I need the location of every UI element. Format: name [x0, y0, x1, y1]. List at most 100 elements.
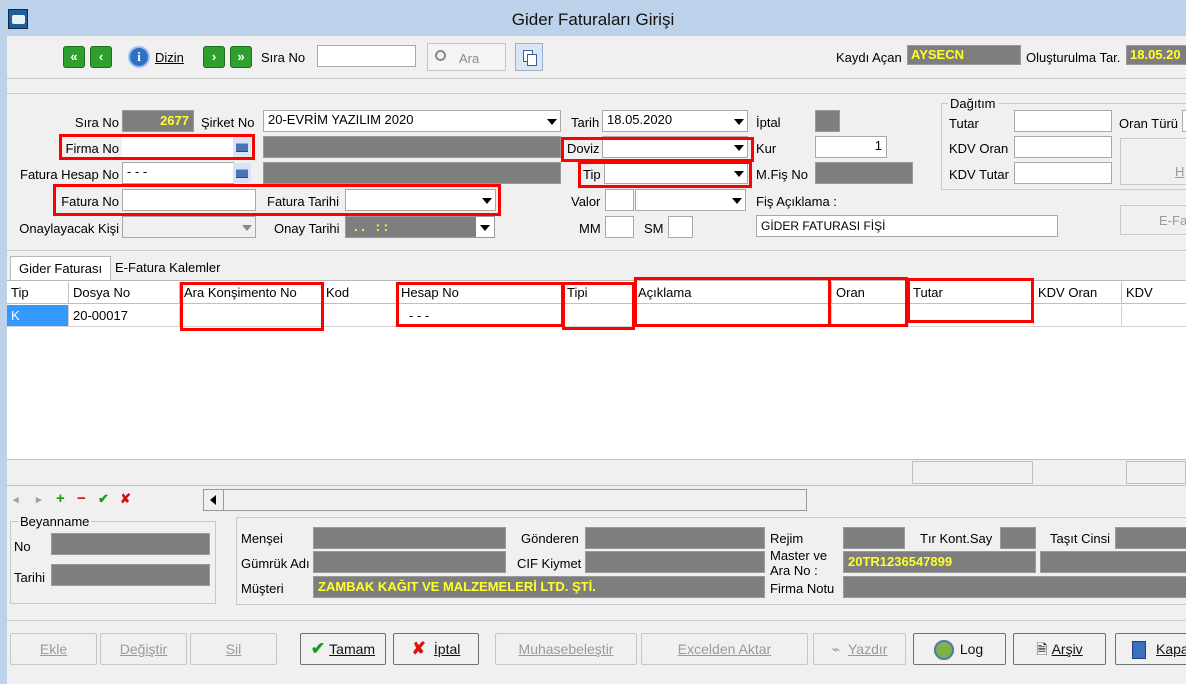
rejim-field	[843, 527, 905, 549]
cell-kod[interactable]	[322, 305, 397, 327]
nav-next-icon[interactable]: ▸	[36, 493, 42, 507]
fatura-no-input[interactable]	[122, 189, 256, 211]
dagitim-tutar-input[interactable]	[1014, 110, 1112, 132]
cell-ara-konsimento-no[interactable]	[180, 305, 322, 327]
sirket-no-label: Şirket No	[201, 115, 255, 130]
cancel-row-icon[interactable]: ✘	[120, 492, 131, 506]
firma-no-input[interactable]	[122, 136, 234, 158]
yazdir-button[interactable]: ⌁ Yazdır	[813, 633, 906, 665]
cell-kdv-oran[interactable]	[1034, 305, 1122, 327]
firma-notu-label: Firma Notu	[770, 581, 835, 596]
cell-tipi[interactable]	[563, 305, 634, 327]
doviz-select[interactable]	[602, 136, 748, 158]
log-button-label: Log	[959, 641, 984, 657]
column-header-tipi[interactable]: Tipi	[563, 282, 634, 304]
toolbar-sira-no-input[interactable]	[317, 45, 416, 67]
fis-aciklama-input[interactable]: GİDER FATURASI FİŞİ	[756, 215, 1058, 237]
column-header-aciklama[interactable]: Açıklama	[634, 282, 832, 304]
close-icon: ✘	[411, 639, 426, 658]
excelden-aktar-button[interactable]: Excelden Aktar	[641, 633, 808, 665]
oran-turu-select[interactable]	[1182, 110, 1186, 132]
iptal-button[interactable]: ✘ İptal	[393, 633, 479, 665]
tarih-select[interactable]: 18.05.2020	[602, 110, 748, 132]
tab-efatura-kalemler[interactable]: E-Fatura Kalemler	[107, 256, 228, 280]
ara-button[interactable]: Ara	[427, 43, 506, 71]
tutar-total	[912, 461, 1033, 484]
mfis-no-field	[815, 162, 913, 184]
mm-input[interactable]	[605, 216, 634, 238]
column-header-kdv[interactable]: KDV	[1122, 282, 1186, 304]
kur-input[interactable]: 1	[815, 136, 887, 158]
beyanname-tarihi-field	[51, 564, 210, 586]
kapat-button[interactable]: Kapa	[1115, 633, 1186, 665]
add-row-icon[interactable]: +	[56, 491, 65, 506]
iptal-button-label: İptal	[433, 641, 461, 657]
cell-kdv[interactable]	[1122, 305, 1186, 327]
column-header-oran[interactable]: Oran	[832, 282, 909, 304]
toolbar-sira-no-label: Sıra No	[261, 50, 306, 65]
h-button[interactable]: H	[1120, 138, 1186, 185]
document-search-icon: 🗎	[1036, 641, 1048, 657]
cell-dosya-no[interactable]: 20-00017	[69, 305, 180, 327]
column-header-dosya-no[interactable]: Dosya No	[69, 282, 180, 304]
horizontal-scrollbar[interactable]	[203, 489, 807, 511]
column-header-kdv-oran[interactable]: KDV Oran	[1034, 282, 1122, 304]
confirm-row-icon[interactable]: ✔	[98, 492, 109, 506]
column-header-hesap-no[interactable]: Hesap No	[397, 282, 563, 304]
onay-tarihi-select[interactable]: . . : :	[345, 216, 495, 238]
tarih-value: 18.05.2020	[607, 112, 673, 127]
toolbar-divider	[7, 78, 1186, 79]
info-icon[interactable]: i	[128, 46, 150, 68]
tamam-button[interactable]: ✔ Tamam	[300, 633, 386, 665]
cell-oran[interactable]	[832, 305, 909, 327]
prev-record-button[interactable]: ‹	[90, 46, 112, 68]
cell-hesap-no[interactable]: - - -	[397, 305, 563, 327]
column-header-tutar[interactable]: Tutar	[909, 282, 1034, 304]
onaylayacak-select[interactable]	[122, 216, 256, 238]
valor-label: Valor	[571, 194, 601, 209]
degistir-button[interactable]: Değiştir	[100, 633, 187, 665]
log-icon	[934, 640, 954, 660]
master-label-line1: Master ve	[770, 548, 828, 563]
hesap-lookup-icon[interactable]	[233, 163, 251, 183]
remove-row-icon[interactable]: −	[77, 491, 86, 506]
cell-aciklama[interactable]	[634, 305, 832, 327]
column-header-tip[interactable]: Tip	[7, 282, 69, 304]
cell-tip[interactable]: K	[7, 305, 69, 327]
valor-input[interactable]	[605, 189, 634, 211]
copy-button[interactable]	[515, 43, 543, 71]
dizin-link[interactable]: Dizin	[155, 50, 184, 65]
firma-lookup-icon[interactable]	[233, 137, 251, 157]
olusturulma-value: 18.05.20	[1126, 45, 1186, 65]
efatura-button[interactable]: E-Fa	[1120, 205, 1186, 235]
sm-label: SM	[644, 221, 664, 236]
sil-button[interactable]: Sil	[190, 633, 277, 665]
log-button[interactable]: Log	[913, 633, 1006, 665]
fatura-tarihi-label: Fatura Tarihi	[267, 194, 340, 209]
tab-gider-faturasi[interactable]: Gider Faturası	[10, 256, 112, 281]
valor-select[interactable]	[635, 189, 746, 211]
column-header-kod[interactable]: Kod	[322, 282, 397, 304]
nav-prev-icon[interactable]: ◂	[13, 493, 19, 507]
kdv-tutar-input[interactable]	[1014, 162, 1112, 184]
chevron-down-icon	[478, 190, 495, 210]
next-record-button[interactable]: ›	[203, 46, 225, 68]
fatura-hesap-no-input[interactable]: - - -	[122, 162, 234, 184]
fatura-tarihi-select[interactable]	[345, 189, 496, 211]
column-header-ara-konsimento-no[interactable]: Ara Konşimento No	[180, 282, 322, 304]
beyanname-no-label: No	[14, 539, 31, 554]
scroll-left-button[interactable]	[204, 490, 224, 510]
ekle-button[interactable]: Ekle	[10, 633, 97, 665]
sirket-no-select[interactable]: 20-EVRİM YAZILIM 2020	[263, 110, 561, 132]
last-record-button[interactable]: »	[230, 46, 252, 68]
muhasebelestir-button[interactable]: Muhasebeleştir	[495, 633, 637, 665]
kdv-oran-input[interactable]	[1014, 136, 1112, 158]
tip-select[interactable]	[604, 162, 748, 184]
yazdir-button-label: Yazdır	[848, 641, 888, 657]
first-record-button[interactable]: «	[63, 46, 85, 68]
kur-label: Kur	[756, 141, 777, 156]
sm-input[interactable]	[668, 216, 693, 238]
cell-tutar[interactable]	[909, 305, 1034, 327]
arsiv-button[interactable]: 🗎 Arşiv	[1013, 633, 1106, 665]
ara-button-label: Ara	[459, 51, 480, 66]
